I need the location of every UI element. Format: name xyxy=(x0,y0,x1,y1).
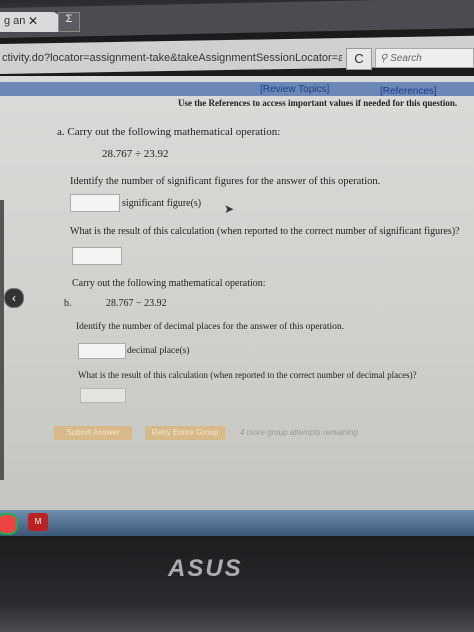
part-b-expression: 28.767 − 23.92 xyxy=(106,298,167,309)
decimal-places-unit: decimal place(s) xyxy=(127,346,190,356)
sig-figs-unit: significant figure(s) xyxy=(122,198,202,209)
attempts-remaining: 4 more group attempts remaining xyxy=(240,428,358,437)
references-note: Use the References to access important v… xyxy=(178,98,458,108)
left-edge xyxy=(0,200,4,480)
search-icon: ⚲ xyxy=(380,53,391,64)
url-field[interactable]: ctivity.do?locator=assignment-take&takeA… xyxy=(0,48,342,68)
laptop-bezel xyxy=(0,536,474,632)
part-a-expression: 28.767 ÷ 23.92 xyxy=(102,148,169,160)
result-b-input[interactable] xyxy=(80,388,126,403)
result-a-input[interactable] xyxy=(72,247,122,265)
part-a-question-2: What is the result of this calculation (… xyxy=(70,226,460,237)
mcafee-icon[interactable]: M xyxy=(28,513,48,531)
tab-close-icon[interactable]: ✕ xyxy=(28,14,38,28)
part-b-question-2: What is the result of this calculation (… xyxy=(78,370,417,380)
mouse-cursor-icon: ➤ xyxy=(224,202,235,216)
browser-tab[interactable]: g an ✕ xyxy=(0,12,60,32)
browser-app-icon[interactable] xyxy=(0,513,18,535)
reload-icon[interactable]: C xyxy=(346,48,372,70)
page-content xyxy=(0,76,474,516)
part-b-question-1: Identify the number of decimal places fo… xyxy=(76,322,345,332)
sig-figs-input[interactable] xyxy=(70,194,120,212)
part-a-question-1: Identify the number of significant figur… xyxy=(70,176,381,187)
part-a-title: a. Carry out the following mathematical … xyxy=(57,126,281,138)
tab-label: g an xyxy=(4,15,26,27)
collapse-arrow-icon[interactable]: ‹ xyxy=(4,288,24,308)
decimal-places-input[interactable] xyxy=(78,343,126,359)
part-b-label: b. xyxy=(64,298,72,309)
review-topics-link[interactable]: [Review Topics] xyxy=(260,84,329,95)
search-input[interactable]: ⚲ Search xyxy=(375,48,474,68)
submit-answer-button[interactable]: Submit Answer xyxy=(54,426,132,440)
taskbar xyxy=(0,510,474,536)
retry-group-button[interactable]: Retry Entire Group xyxy=(145,426,225,440)
references-link[interactable]: [References] xyxy=(380,86,437,97)
browser-tab-2[interactable]: Σ xyxy=(58,12,80,32)
part-b-title: Carry out the following mathematical ope… xyxy=(72,278,266,289)
asus-logo: ASUS xyxy=(168,555,243,582)
